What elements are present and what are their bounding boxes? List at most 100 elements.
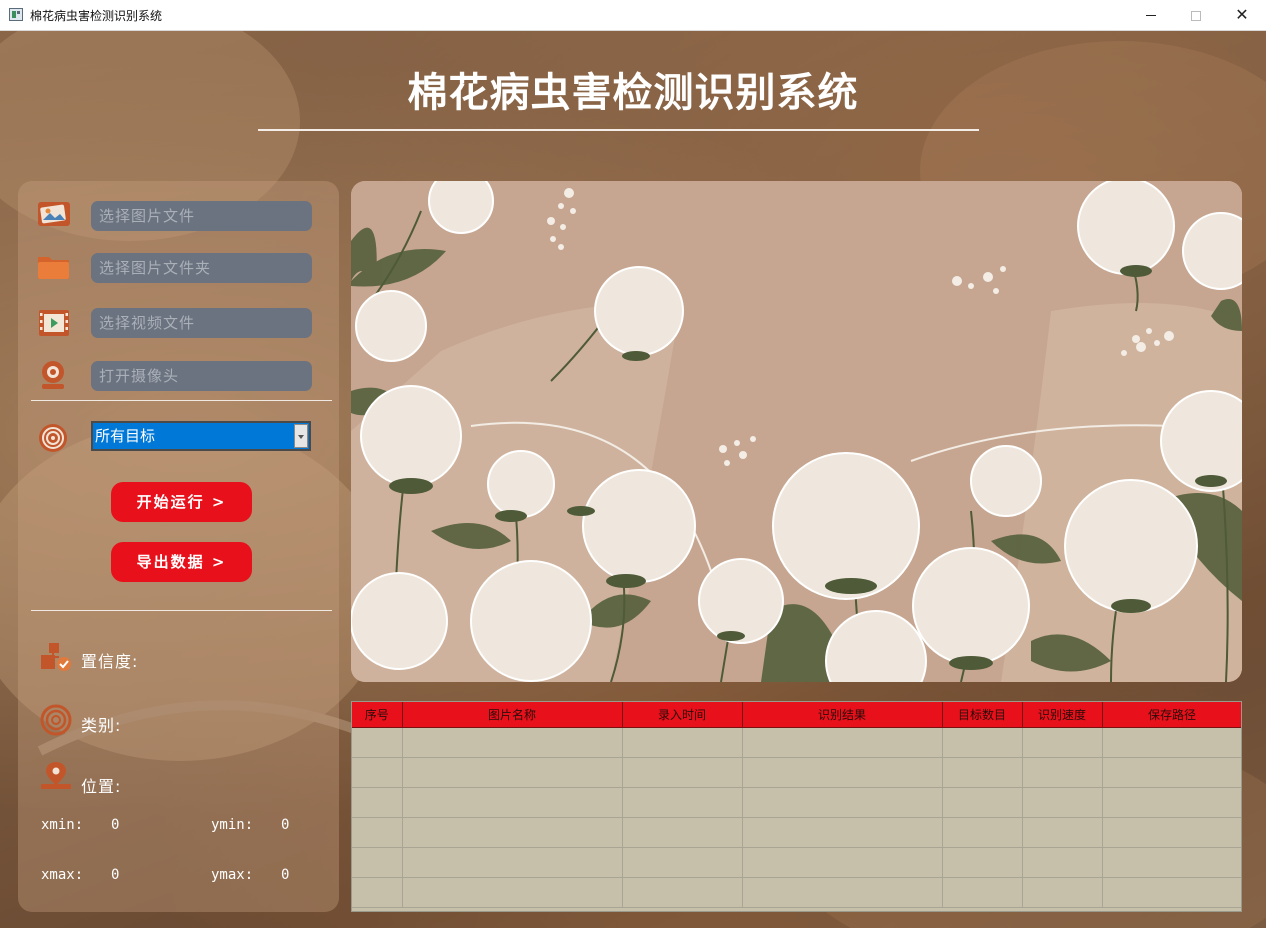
class-icon — [40, 704, 72, 736]
table-cell[interactable] — [402, 727, 623, 758]
location-icon — [41, 762, 71, 789]
ymax-label: ymax: — [211, 867, 254, 883]
column-header-target-count[interactable]: 目标数目 — [942, 702, 1023, 728]
close-icon: ✕ — [1235, 5, 1249, 24]
table-cell[interactable] — [352, 787, 403, 818]
xmin-label: xmin: — [41, 817, 84, 833]
select-video-input[interactable]: 选择视频文件 — [91, 308, 312, 338]
table-cell[interactable] — [622, 847, 743, 878]
select-folder-input[interactable]: 选择图片文件夹 — [91, 253, 312, 283]
table-cell[interactable] — [742, 757, 943, 788]
close-button[interactable]: ✕ — [1219, 0, 1265, 31]
table-row[interactable] — [352, 727, 1241, 758]
export-button[interactable]: 导出数据 > — [111, 542, 252, 582]
page-title: 棉花病虫害检测识别系统 — [407, 70, 859, 116]
table-cell[interactable] — [742, 727, 943, 758]
table-cell[interactable] — [742, 877, 943, 908]
image-display — [351, 181, 1242, 682]
window-titlebar: 棉花病虫害检测识别系统 ✕ — [0, 0, 1266, 31]
column-header-index[interactable]: 序号 — [352, 702, 403, 728]
table-row[interactable] — [352, 757, 1241, 788]
video-file-icon — [39, 310, 69, 336]
table-cell[interactable] — [1022, 877, 1103, 908]
table-cell[interactable] — [402, 817, 623, 848]
table-cell[interactable] — [1102, 727, 1241, 758]
ymin-value: 0 — [281, 817, 290, 833]
folder-icon — [38, 257, 69, 279]
table-cell[interactable] — [622, 877, 743, 908]
table-row[interactable] — [352, 817, 1241, 848]
table-row[interactable] — [352, 847, 1241, 878]
table-cell[interactable] — [1022, 727, 1103, 758]
table-cell[interactable] — [352, 727, 403, 758]
app-icon — [9, 8, 23, 21]
xmax-label: xmax: — [41, 867, 84, 883]
table-cell[interactable] — [1102, 877, 1241, 908]
table-cell[interactable] — [1022, 757, 1103, 788]
table-cell[interactable] — [942, 817, 1023, 848]
ymin-label: ymin: — [211, 817, 254, 833]
table-cell[interactable] — [352, 757, 403, 788]
table-cell[interactable] — [742, 847, 943, 878]
column-header-entry-time[interactable]: 录入时间 — [622, 702, 743, 728]
xmax-value: 0 — [111, 867, 120, 883]
table-cell[interactable] — [742, 787, 943, 818]
confidence-icon — [41, 643, 71, 671]
table-row[interactable] — [352, 877, 1241, 908]
table-cell[interactable] — [402, 757, 623, 788]
table-cell[interactable] — [402, 787, 623, 818]
table-cell[interactable] — [1102, 847, 1241, 878]
table-cell[interactable] — [352, 847, 403, 878]
position-label: 位置: — [81, 777, 122, 796]
chevron-down-icon[interactable] — [294, 424, 308, 448]
column-header-image-name[interactable]: 图片名称 — [402, 702, 623, 728]
maximize-icon — [1191, 10, 1201, 21]
table-cell[interactable] — [1022, 847, 1103, 878]
column-header-speed[interactable]: 识别速度 — [1022, 702, 1103, 728]
table-cell[interactable] — [622, 727, 743, 758]
table-cell[interactable] — [352, 817, 403, 848]
table-cell[interactable] — [942, 727, 1023, 758]
table-cell[interactable] — [942, 877, 1023, 908]
table-cell[interactable] — [1102, 787, 1241, 818]
table-header-row: 序号 图片名称 录入时间 识别结果 目标数目 识别速度 保存路径 — [352, 702, 1241, 728]
target-select[interactable]: 所有目标 — [91, 421, 311, 451]
table-cell[interactable] — [622, 817, 743, 848]
xmin-value: 0 — [111, 817, 120, 833]
ymax-value: 0 — [281, 867, 290, 883]
camera-icon — [42, 361, 64, 389]
divider — [31, 400, 332, 401]
class-label: 类别: — [81, 716, 122, 735]
title-underline — [258, 129, 979, 131]
maximize-button[interactable] — [1173, 0, 1219, 31]
table-cell[interactable] — [1102, 757, 1241, 788]
table-cell[interactable] — [352, 877, 403, 908]
minimize-icon — [1146, 15, 1156, 16]
table-cell[interactable] — [1022, 787, 1103, 818]
table-cell[interactable] — [622, 757, 743, 788]
divider — [31, 610, 332, 611]
window-title: 棉花病虫害检测识别系统 — [30, 9, 163, 23]
table-cell[interactable] — [742, 817, 943, 848]
table-cell[interactable] — [402, 847, 623, 878]
confidence-label: 置信度: — [81, 652, 139, 671]
start-button[interactable]: 开始运行 > — [111, 482, 252, 522]
open-camera-input[interactable]: 打开摄像头 — [91, 361, 312, 391]
cotton-flowers-illustration — [351, 181, 1242, 682]
table-cell[interactable] — [942, 847, 1023, 878]
table-cell[interactable] — [402, 877, 623, 908]
table-row[interactable] — [352, 787, 1241, 818]
minimize-button[interactable] — [1128, 0, 1174, 31]
target-select-value: 所有目标 — [95, 427, 156, 445]
table-cell[interactable] — [622, 787, 743, 818]
table-cell[interactable] — [1022, 817, 1103, 848]
table-cell[interactable] — [942, 757, 1023, 788]
table-cell[interactable] — [942, 787, 1023, 818]
table-cell[interactable] — [1102, 817, 1241, 848]
target-icon — [39, 424, 67, 452]
column-header-result[interactable]: 识别结果 — [742, 702, 943, 728]
results-table[interactable]: 序号 图片名称 录入时间 识别结果 目标数目 识别速度 保存路径 — [351, 701, 1242, 912]
column-header-save-path[interactable]: 保存路径 — [1102, 702, 1241, 728]
image-file-icon — [38, 202, 70, 226]
select-image-input[interactable]: 选择图片文件 — [91, 201, 312, 231]
